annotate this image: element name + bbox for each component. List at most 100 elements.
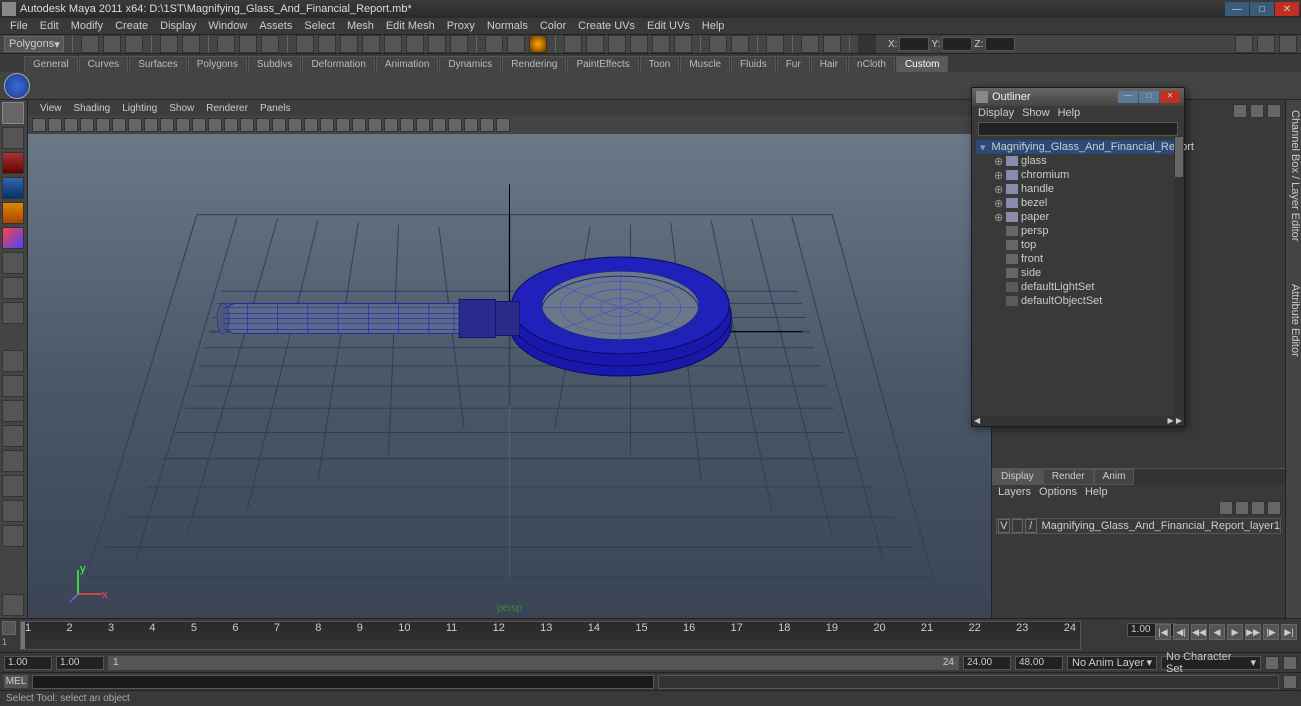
step-back-button[interactable]: ◀◀ [1191, 624, 1207, 640]
menu-create-uvs[interactable]: Create UVs [572, 19, 641, 33]
menu-create[interactable]: Create [109, 19, 154, 33]
time-cursor[interactable] [21, 622, 25, 649]
snap-grid-icon[interactable] [485, 35, 503, 53]
step-back-key-button[interactable]: ◀| [1173, 624, 1189, 640]
grid-icon[interactable] [80, 118, 94, 132]
show-sel-icon[interactable] [288, 118, 302, 132]
prefs-icon[interactable] [1283, 656, 1297, 670]
misc2-icon[interactable] [464, 118, 478, 132]
time-ruler[interactable]: 123456789101112131415161718192021222324 [20, 621, 1081, 650]
snap-point-icon[interactable] [529, 35, 547, 53]
sphere-y-icon[interactable] [368, 118, 382, 132]
sidebar-toggle-icon[interactable] [1235, 35, 1253, 53]
outliner-node-chromium[interactable]: ⊕chromium [976, 168, 1180, 182]
play-back-button[interactable]: ◀ [1209, 624, 1225, 640]
misc4-icon[interactable] [496, 118, 510, 132]
outliner-tree[interactable]: ▾Magnifying_Glass_And_Financial_Report⊕g… [972, 138, 1184, 310]
layer-type-cell[interactable]: / [1025, 519, 1037, 533]
right-side-tabs[interactable]: Channel Box / Layer Editor Attribute Edi… [1285, 100, 1301, 618]
misc3-icon[interactable] [480, 118, 494, 132]
outliner-menu-display[interactable]: Display [978, 107, 1014, 119]
close-button[interactable]: ✕ [1275, 2, 1299, 16]
show-all-icon[interactable] [304, 118, 318, 132]
outliner-node-persp[interactable]: persp [976, 224, 1180, 238]
shelf-tab-custom[interactable]: Custom [896, 56, 948, 72]
isolate-icon[interactable] [240, 118, 254, 132]
sel-mode-icon[interactable] [217, 35, 235, 53]
shelf-custom-icon[interactable] [4, 73, 30, 99]
layer-tab-anim[interactable]: Anim [1094, 469, 1135, 485]
high-quality-icon[interactable] [224, 118, 238, 132]
mask-icon3[interactable] [340, 35, 358, 53]
layout-icon[interactable] [801, 35, 819, 53]
layer-tab-render[interactable]: Render [1043, 469, 1094, 485]
outliner-node-glass[interactable]: ⊕glass [976, 154, 1180, 168]
channel-icon1[interactable] [1233, 104, 1247, 118]
layout-three[interactable] [2, 450, 24, 472]
mask-icon[interactable] [296, 35, 314, 53]
vp-menu-shading[interactable]: Shading [68, 103, 117, 114]
layout-graph[interactable] [2, 500, 24, 522]
script-editor-icon[interactable] [1283, 675, 1297, 689]
shelf-tab-subdivs[interactable]: Subdivs [248, 56, 302, 72]
history-icon[interactable] [564, 35, 582, 53]
textured-icon[interactable] [176, 118, 190, 132]
outliner-node-defaultlightset[interactable]: defaultLightSet [976, 280, 1180, 294]
scale-tool[interactable] [2, 227, 24, 249]
menu-modify[interactable]: Modify [65, 19, 109, 33]
image-plane-icon[interactable] [64, 118, 78, 132]
layout-dope[interactable] [2, 525, 24, 547]
expand-icon[interactable]: ⊕ [994, 169, 1003, 182]
sep-icon[interactable] [272, 118, 286, 132]
manip-tool[interactable] [2, 252, 24, 274]
outliner-node-front[interactable]: front [976, 252, 1180, 266]
shelf-tab-rendering[interactable]: Rendering [502, 56, 566, 72]
shelf-tab-fluids[interactable]: Fluids [731, 56, 776, 72]
layout-four[interactable] [2, 375, 24, 397]
layout-single[interactable] [2, 350, 24, 372]
redo-icon[interactable] [182, 35, 200, 53]
outliner-max-button[interactable]: □ [1139, 91, 1159, 103]
layer-menu-options[interactable]: Options [1039, 486, 1077, 498]
cube2-icon[interactable] [352, 118, 366, 132]
cmd-input[interactable] [32, 675, 654, 689]
mask-icon5[interactable] [384, 35, 402, 53]
anim-layer-combo[interactable]: No Anim Layer▾ [1067, 656, 1157, 670]
vp-menu-view[interactable]: View [34, 103, 68, 114]
shelf-tab-fur[interactable]: Fur [777, 56, 810, 72]
layout-outliner[interactable] [2, 475, 24, 497]
input-mode-icon[interactable] [858, 35, 876, 53]
mask-icon2[interactable] [318, 35, 336, 53]
history-icon6[interactable] [674, 35, 692, 53]
play-fwd-button[interactable]: ▶ [1227, 624, 1243, 640]
coord-x-field[interactable] [899, 37, 929, 51]
wireframe-icon[interactable] [144, 118, 158, 132]
sep2-icon[interactable] [320, 118, 334, 132]
vp-menu-panels[interactable]: Panels [254, 103, 297, 114]
mode-combo[interactable]: Polygons▾ [4, 36, 64, 52]
coord-y-field[interactable] [942, 37, 972, 51]
layout-two-stack[interactable] [2, 425, 24, 447]
history-icon4[interactable] [630, 35, 648, 53]
misc1-icon[interactable] [448, 118, 462, 132]
shelf-tab-curves[interactable]: Curves [79, 56, 129, 72]
channel-icon2[interactable] [1250, 104, 1264, 118]
render-icon[interactable] [709, 35, 727, 53]
lasso-tool[interactable] [2, 127, 24, 149]
layer-p-cell[interactable] [1012, 519, 1024, 533]
history-icon3[interactable] [608, 35, 626, 53]
menu-color[interactable]: Color [534, 19, 572, 33]
layer-row[interactable]: V/Magnifying_Glass_And_Financial_Report_… [996, 518, 1281, 534]
outliner-node-bezel[interactable]: ⊕bezel [976, 196, 1180, 210]
time-icon[interactable] [2, 594, 24, 616]
lights-icon[interactable] [192, 118, 206, 132]
outliner-titlebar[interactable]: Outliner — □ ✕ [972, 88, 1184, 106]
menu-proxy[interactable]: Proxy [441, 19, 481, 33]
bookmark-icon[interactable] [48, 118, 62, 132]
tab-channel-box[interactable]: Channel Box / Layer Editor [1289, 110, 1301, 241]
sidebar-toggle-icon2[interactable] [1257, 35, 1275, 53]
sel-mode-icon3[interactable] [261, 35, 279, 53]
history-icon5[interactable] [652, 35, 670, 53]
vp-menu-renderer[interactable]: Renderer [200, 103, 254, 114]
rotate-tool[interactable] [2, 202, 24, 224]
